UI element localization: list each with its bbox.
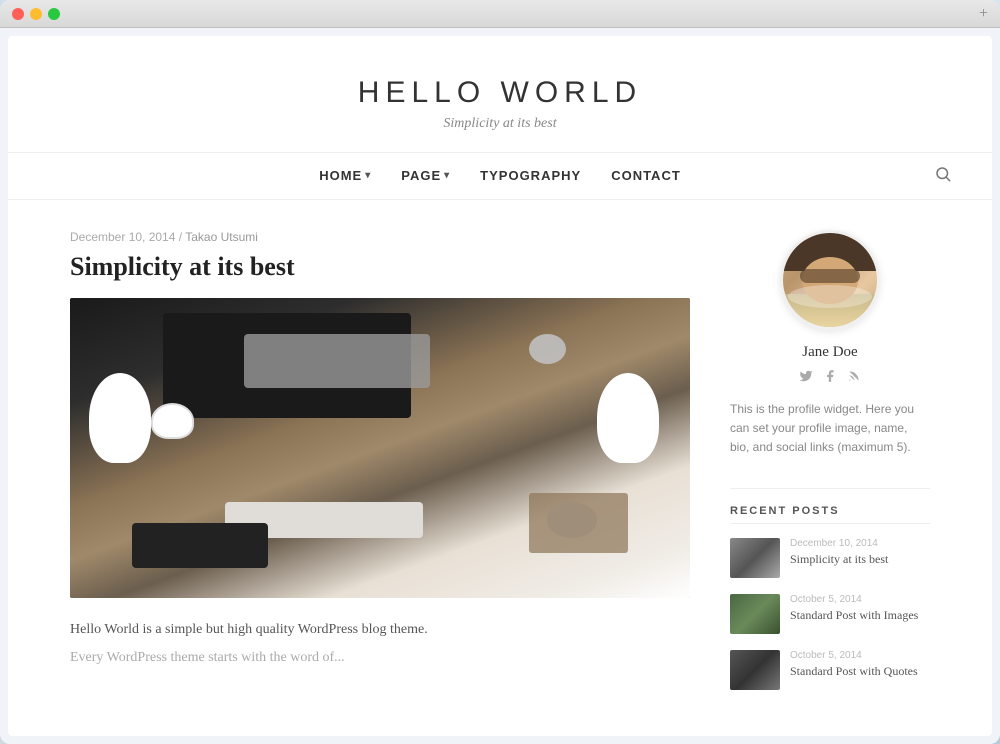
maximize-button[interactable] (48, 8, 60, 20)
minimize-button[interactable] (30, 8, 42, 20)
profile-bio: This is the profile widget. Here you can… (730, 400, 930, 458)
recent-post-thumb-2 (730, 594, 780, 634)
recent-post-date-2: October 5, 2014 (790, 594, 930, 605)
desk-mouse-top (529, 334, 566, 364)
post-date: December 10, 2014 (70, 230, 175, 244)
titlebar: + (0, 0, 1000, 28)
profile-widget: Jane Doe This is the profile widget. Her… (730, 230, 930, 458)
content-area: December 10, 2014 / Takao Utsumi Simplic… (70, 230, 690, 706)
recent-post-title-1[interactable]: Simplicity at its best (790, 551, 930, 568)
search-icon[interactable] (934, 165, 952, 188)
recent-post-thumb-1 (730, 538, 780, 578)
nav-link-page[interactable]: PAGE (401, 168, 450, 183)
post-excerpt-continued: Every WordPress theme starts with the wo… (70, 646, 690, 670)
desk-mousepad (529, 493, 628, 553)
recent-post-item: December 10, 2014 Simplicity at its best (730, 538, 930, 578)
site-title: HELLO WORLD (28, 76, 972, 110)
post-image-content (70, 298, 690, 598)
facebook-icon[interactable] (823, 369, 837, 388)
avatar (780, 230, 880, 330)
desk-speaker-right (597, 373, 659, 463)
nav-links: HOME PAGE TYPOGRAPHY CONTACT (319, 167, 681, 185)
nav-item-contact[interactable]: CONTACT (611, 167, 681, 185)
nav-item-page[interactable]: PAGE (401, 167, 450, 185)
post-featured-image (70, 298, 690, 598)
profile-social-links (730, 369, 930, 388)
avatar-flowers (788, 285, 873, 309)
nav-home-label: HOME (319, 168, 371, 183)
recent-post-info-2: October 5, 2014 Standard Post with Image… (790, 594, 930, 624)
desk-tablet (132, 523, 268, 568)
twitter-icon[interactable] (799, 369, 813, 388)
browser-window: + HELLO WORLD Simplicity at its best HOM… (0, 0, 1000, 744)
post-author[interactable]: Takao Utsumi (185, 230, 258, 244)
nav-page-label: PAGE (401, 168, 450, 183)
recent-post-item-2: October 5, 2014 Standard Post with Image… (730, 594, 930, 634)
new-tab-button[interactable]: + (979, 6, 988, 22)
recent-post-info-1: December 10, 2014 Simplicity at its best (790, 538, 930, 568)
profile-name: Jane Doe (730, 344, 930, 361)
navigation: HOME PAGE TYPOGRAPHY CONTACT (8, 153, 992, 200)
recent-post-title-3[interactable]: Standard Post with Quotes (790, 663, 930, 680)
recent-post-date-1: December 10, 2014 (790, 538, 930, 549)
desk-cup (151, 403, 194, 439)
sidebar: Jane Doe This is the profile widget. Her… (730, 230, 930, 706)
nav-link-home[interactable]: HOME (319, 168, 371, 183)
nav-link-typography[interactable]: TYPOGRAPHY (480, 168, 581, 183)
recent-post-thumb-3 (730, 650, 780, 690)
nav-link-contact[interactable]: CONTACT (611, 168, 681, 183)
post-excerpt: Hello World is a simple but high quality… (70, 618, 690, 642)
nav-item-home[interactable]: HOME (319, 167, 371, 185)
post-separator: / (179, 230, 182, 244)
traffic-lights (12, 8, 60, 20)
recent-posts-widget: RECENT POSTS December 10, 2014 Simplicit… (730, 505, 930, 690)
recent-post-info-3: October 5, 2014 Standard Post with Quote… (790, 650, 930, 680)
recent-post-title-2[interactable]: Standard Post with Images (790, 607, 930, 624)
recent-posts-title: RECENT POSTS (730, 505, 930, 524)
avatar-glasses (800, 269, 860, 283)
post-meta: December 10, 2014 / Takao Utsumi (70, 230, 690, 244)
recent-post-date-3: October 5, 2014 (790, 650, 930, 661)
rss-icon[interactable] (847, 369, 861, 388)
desk-keyboard-top (244, 334, 430, 388)
close-button[interactable] (12, 8, 24, 20)
main-layout: December 10, 2014 / Takao Utsumi Simplic… (50, 200, 950, 736)
desk-speaker-left (89, 373, 151, 463)
nav-item-typography[interactable]: TYPOGRAPHY (480, 167, 581, 185)
sidebar-divider (730, 488, 930, 489)
site-header: HELLO WORLD Simplicity at its best (8, 36, 992, 153)
recent-post-item-3: October 5, 2014 Standard Post with Quote… (730, 650, 930, 690)
post-title: Simplicity at its best (70, 252, 690, 282)
site-tagline: Simplicity at its best (28, 116, 972, 132)
page-content: HELLO WORLD Simplicity at its best HOME … (8, 36, 992, 736)
